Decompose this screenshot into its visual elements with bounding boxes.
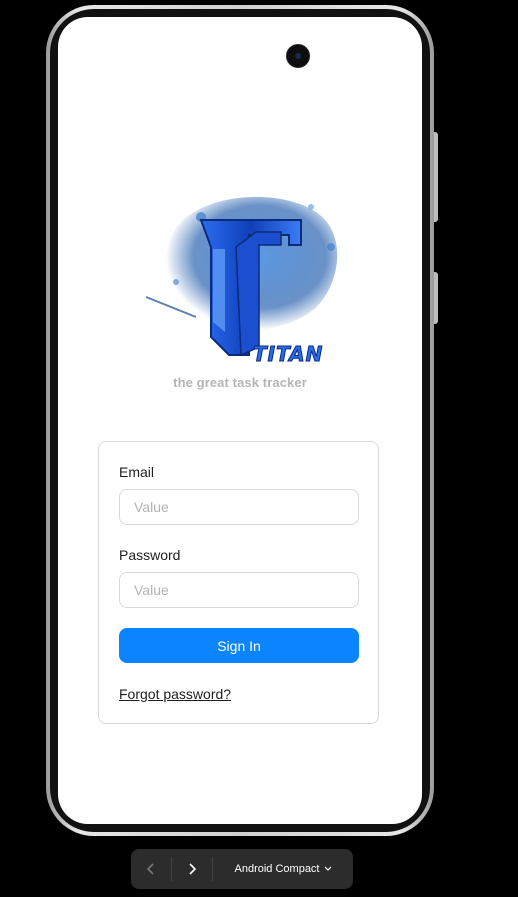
forgot-password-link[interactable]: Forgot password? [119, 686, 231, 702]
login-card: Email Password Sign In Forgot password? [98, 441, 379, 724]
chevron-down-icon [324, 866, 331, 871]
svg-text:TITAN: TITAN [253, 342, 323, 366]
device-selector[interactable]: Android Compact [213, 863, 353, 875]
chevron-right-icon [189, 863, 197, 875]
phone-screen: TITAN the great task tracker Email Passw… [58, 17, 422, 824]
email-field[interactable] [119, 489, 359, 525]
logo-wordmark: TITAN [253, 342, 323, 367]
email-label: Email [119, 464, 155, 480]
password-field[interactable] [119, 572, 359, 608]
phone-frame: TITAN the great task tracker Email Passw… [46, 5, 434, 836]
forward-button[interactable] [172, 849, 212, 889]
chevron-left-icon [146, 863, 154, 875]
device-name: Android Compact [234, 863, 320, 875]
device-toolbar: Android Compact [131, 849, 353, 889]
power-button [434, 272, 438, 324]
front-camera [286, 44, 310, 68]
back-button[interactable] [131, 849, 171, 889]
app-tagline: the great task tracker [173, 375, 307, 390]
sign-in-button[interactable]: Sign In [119, 628, 359, 663]
phone-bezel: TITAN the great task tracker Email Passw… [50, 9, 430, 832]
password-label: Password [119, 547, 181, 563]
titan-logo: TITAN [145, 196, 338, 367]
volume-button [434, 132, 438, 222]
